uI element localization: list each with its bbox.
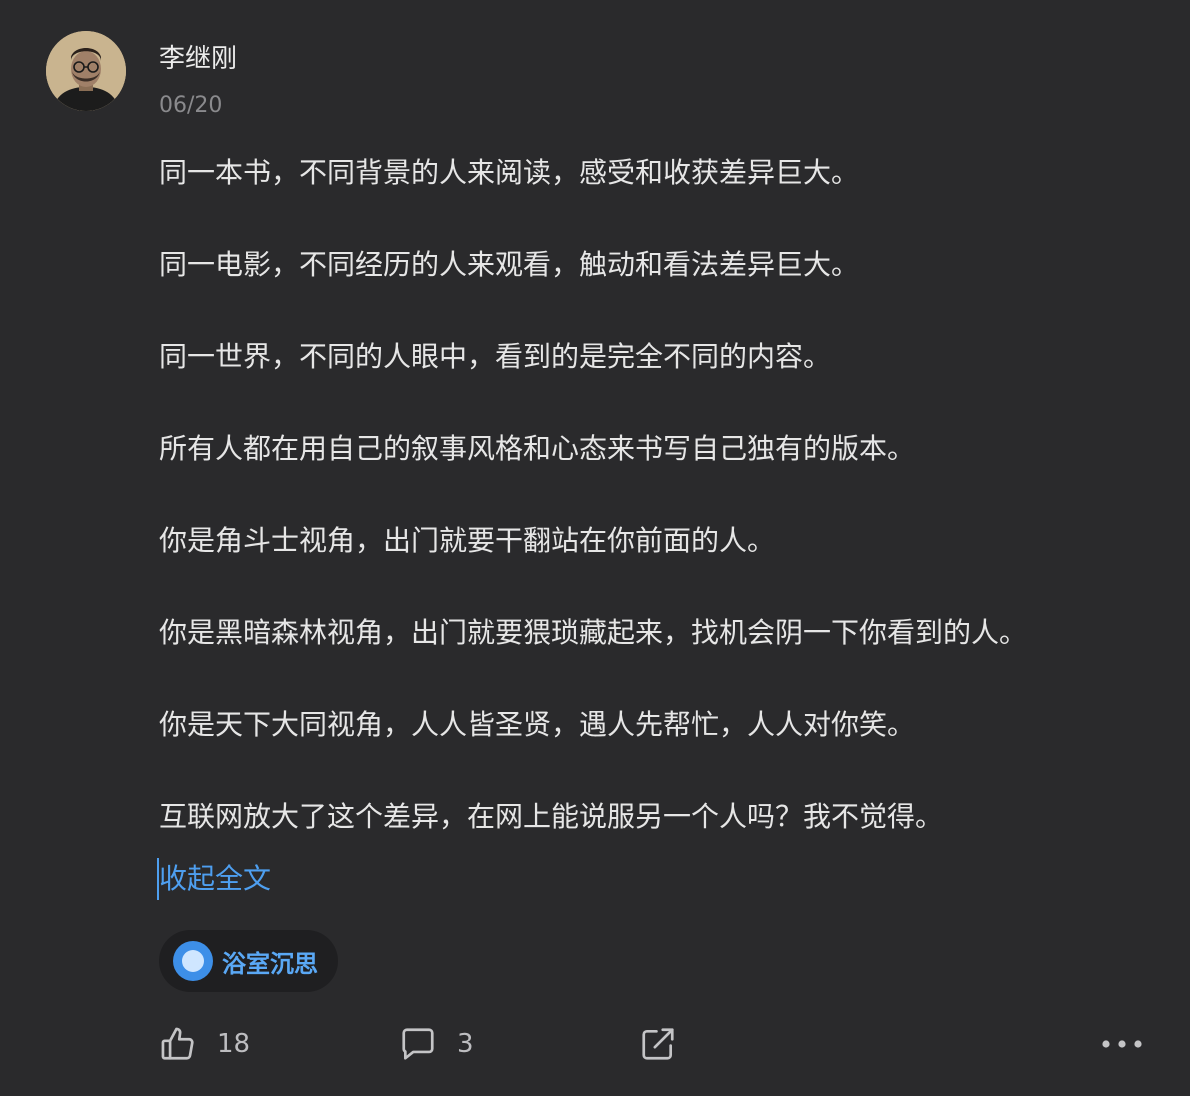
like-button[interactable]: 18 <box>159 1024 250 1064</box>
content-paragraph: 同一本书，不同背景的人来阅读，感受和收获差异巨大。 <box>159 156 860 189</box>
content-paragraph: 所有人都在用自己的叙事风格和心态来书写自己独有的版本。 <box>159 432 916 465</box>
comment-button[interactable]: 3 <box>399 1024 474 1064</box>
share-icon <box>639 1025 677 1063</box>
like-count: 18 <box>217 1029 251 1059</box>
avatar-portrait <box>46 31 126 111</box>
content-paragraph: 同一世界，不同的人眼中，看到的是完全不同的内容。 <box>159 340 832 373</box>
avatar[interactable] <box>46 31 126 111</box>
collapse-text-link[interactable]: 收起全文 <box>159 859 271 899</box>
post-date: 06/20 <box>159 93 223 118</box>
topic-label: 浴室沉思 <box>222 949 318 978</box>
comment-bubble-icon <box>399 1025 437 1063</box>
post-card: 李继刚 06/20 同一本书，不同背景的人来阅读，感受和收获差异巨大。 同一电影… <box>0 0 1190 1096</box>
more-options-button[interactable] <box>1100 1024 1144 1064</box>
content-paragraph: 你是黑暗森林视角，出门就要猥琐藏起来，找机会阴一下你看到的人。 <box>159 616 1028 649</box>
post-content: 同一本书，不同背景的人来阅读，感受和收获差异巨大。 同一电影，不同经历的人来观看… <box>159 150 1159 840</box>
content-paragraph: 互联网放大了这个差异，在网上能说服另一个人吗？我不觉得。 <box>159 800 944 833</box>
content-paragraph: 同一电影，不同经历的人来观看，触动和看法差异巨大。 <box>159 248 860 281</box>
topic-chip[interactable]: 浴室沉思 <box>159 930 338 992</box>
share-button[interactable] <box>639 1024 677 1064</box>
content-paragraph: 你是天下大同视角，人人皆圣贤，遇人先帮忙，人人对你笑。 <box>159 708 916 741</box>
comment-count: 3 <box>457 1029 474 1059</box>
content-paragraph: 你是角斗士视角，出门就要干翻站在你前面的人。 <box>159 524 776 557</box>
author-name[interactable]: 李继刚 <box>159 42 237 76</box>
more-dots-icon <box>1100 1024 1144 1064</box>
thumbs-up-icon <box>159 1025 197 1063</box>
topic-circle-icon <box>173 941 213 981</box>
